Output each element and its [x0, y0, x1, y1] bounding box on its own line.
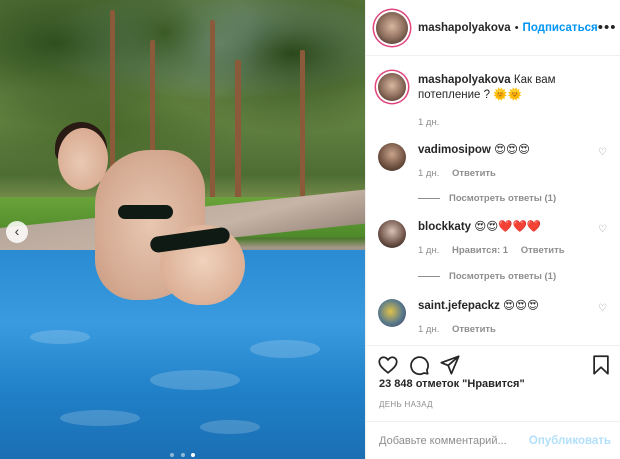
comment-text: 😍😍❤️❤️❤️ — [474, 221, 542, 233]
comment-item: blockkaty 😍😍❤️❤️❤️ 1 дн. Нравится: 1 Отв… — [378, 220, 608, 258]
comment-icon[interactable] — [408, 354, 430, 376]
comment-username[interactable]: vadimosipow — [418, 144, 491, 156]
caption-time[interactable]: 1 дн. — [418, 117, 439, 128]
reply-button[interactable]: Ответить — [521, 245, 565, 256]
comment-time[interactable]: 1 дн. — [418, 324, 439, 335]
comment-input[interactable] — [379, 434, 529, 447]
comment-like-icon[interactable]: ♡ — [598, 147, 608, 158]
carousel-dot — [180, 453, 185, 457]
caption-username[interactable]: mashapolyakova — [418, 74, 511, 86]
post-header: mashapolyakova • Подписаться ••• — [366, 0, 620, 56]
comment-avatar[interactable] — [378, 143, 406, 171]
comment-avatar[interactable] — [378, 220, 406, 248]
reply-button[interactable]: Ответить — [452, 324, 496, 335]
comment-text: 😍😍😍 — [503, 300, 539, 312]
avatar[interactable] — [376, 11, 408, 44]
comment-item: vadimosipow 😍😍😍 1 дн. Ответить ♡ — [378, 143, 608, 181]
heart-icon[interactable] — [377, 354, 399, 376]
view-replies-button[interactable]: Посмотреть ответы (1) — [418, 193, 556, 204]
comment-time[interactable]: 1 дн. — [418, 245, 439, 256]
reply-button[interactable]: Ответить — [452, 168, 496, 179]
header-separator: • — [514, 21, 519, 34]
comment-avatar[interactable] — [378, 299, 406, 327]
carousel-dot-active — [190, 453, 195, 457]
previous-photo-button[interactable]: ‹ — [6, 221, 28, 243]
view-replies-button[interactable]: Посмотреть ответы (1) — [418, 271, 556, 282]
likes-count[interactable]: 23 848 отметок "Нравится" — [379, 378, 525, 390]
comment-text: 😍😍😍 — [494, 144, 531, 156]
comment-like-icon[interactable]: ♡ — [598, 303, 608, 314]
caption-avatar[interactable] — [378, 73, 406, 101]
replies-divider — [418, 198, 440, 199]
post-date[interactable]: ДЕНЬ НАЗАД — [379, 400, 433, 409]
comment-likes-count[interactable]: Нравится: 1 — [452, 245, 508, 256]
replies-divider — [418, 276, 440, 277]
share-icon[interactable] — [439, 354, 461, 376]
post-side-panel: mashapolyakova • Подписаться ••• mashapo… — [365, 0, 620, 459]
carousel-dot — [170, 453, 175, 457]
header-username[interactable]: mashapolyakova — [418, 22, 511, 34]
post-caption: mashapolyakova Как вам потепление ? 🌞🌞 1… — [378, 73, 608, 130]
add-comment-bar: Опубликовать — [366, 421, 620, 459]
post-actions-bar — [366, 345, 620, 376]
carousel-indicator — [0, 444, 365, 459]
more-horizontal-icon[interactable]: ••• — [598, 19, 617, 36]
post-photo[interactable]: ‹ — [0, 0, 365, 459]
comment-time[interactable]: 1 дн. — [418, 168, 439, 179]
comment-username[interactable]: saint.jefepackz — [418, 300, 500, 312]
publish-button[interactable]: Опубликовать — [529, 435, 611, 447]
follow-button[interactable]: Подписаться — [523, 22, 598, 34]
comment-username[interactable]: blockkaty — [418, 221, 471, 233]
comments-list: mashapolyakova Как вам потепление ? 🌞🌞 1… — [366, 57, 620, 345]
comment-item: saint.jefepackz 😍😍😍 1 дн. Ответить ♡ — [378, 299, 608, 337]
comment-like-icon[interactable]: ♡ — [598, 224, 608, 235]
bookmark-icon[interactable] — [590, 354, 612, 376]
